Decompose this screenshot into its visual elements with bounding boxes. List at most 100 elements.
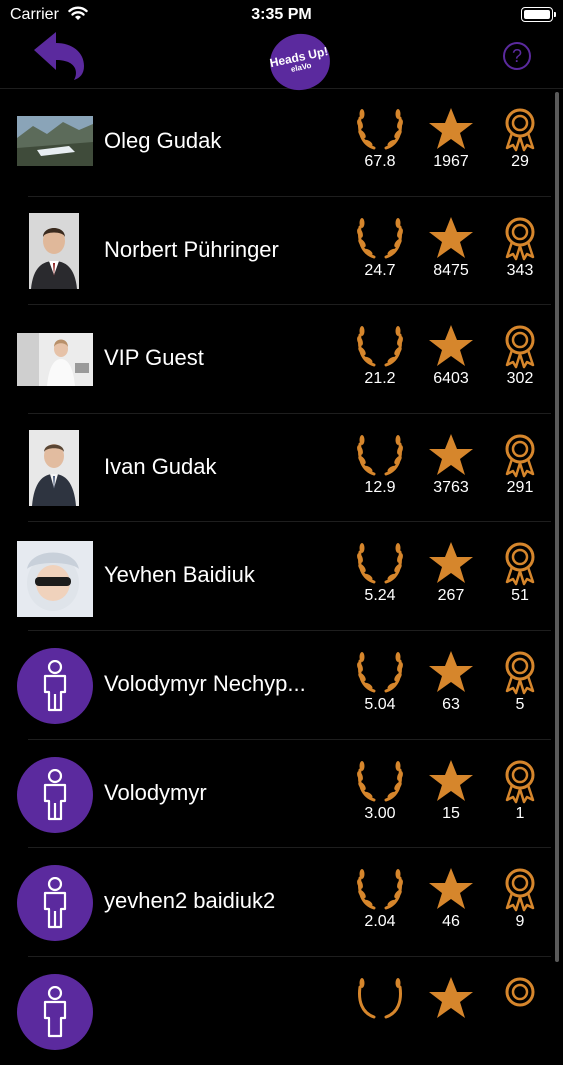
- laurel-wreath-icon: [357, 869, 403, 910]
- stars-stat: [421, 975, 481, 1021]
- awards-stat: 343: [490, 215, 550, 280]
- player-name: Ivan Gudak: [104, 453, 217, 479]
- awards-stat: 29: [490, 106, 550, 171]
- player-row[interactable]: yevhen2 baidiuk2 2.04 46 9: [0, 848, 563, 957]
- ribbon-medal-icon: [505, 434, 535, 478]
- stars-value: 267: [437, 587, 465, 605]
- stars-value: 63: [442, 695, 460, 713]
- person-icon: [43, 985, 67, 1037]
- player-name: yevhen2 baidiuk2: [104, 888, 276, 914]
- rating-value: 12.9: [364, 478, 396, 496]
- rating-stat: 12.9: [350, 432, 410, 497]
- awards-value: 291: [506, 478, 534, 496]
- rating-value: 2.04: [364, 913, 396, 931]
- player-avatar: [17, 756, 93, 833]
- rating-value: 21.2: [364, 370, 396, 388]
- stars-value: 1967: [433, 153, 469, 170]
- laurel-wreath-icon: [357, 109, 403, 150]
- ribbon-medal-icon: [505, 108, 535, 152]
- laurel-wreath-icon: [358, 977, 402, 1019]
- awards-stat: 9: [490, 866, 550, 931]
- player-name: Volodymyr: [104, 779, 207, 805]
- scrollbar[interactable]: [555, 92, 559, 962]
- laurel-wreath-icon: [357, 543, 403, 584]
- player-name: VIP Guest: [104, 345, 204, 371]
- star-icon: [429, 433, 473, 475]
- stars-value: 15: [442, 804, 460, 822]
- awards-stat: 291: [490, 432, 550, 497]
- ribbon-medal-icon: [505, 217, 535, 260]
- star-icon: [429, 216, 473, 258]
- rating-stat: 24.7: [350, 215, 410, 280]
- rating-value: 67.8: [364, 153, 396, 170]
- rating-stat: 3.00: [350, 758, 410, 823]
- help-icon: ?: [511, 46, 522, 66]
- awards-stat: 1: [490, 758, 550, 823]
- laurel-wreath-icon: [357, 760, 403, 802]
- player-list[interactable]: Oleg Gudak 67.8 1967 29 Norbert Pühringe…: [0, 88, 563, 1065]
- back-arrow-icon[interactable]: [32, 30, 88, 82]
- player-avatar: [17, 333, 93, 387]
- player-avatar: [17, 865, 93, 942]
- stars-stat: 6403: [421, 323, 481, 388]
- stars-stat: 63: [421, 649, 481, 714]
- battery-icon: [521, 7, 556, 22]
- player-row[interactable]: Yevhen Baidiuk 5.24 267 51: [0, 522, 563, 631]
- app-logo: Heads Up! elaVo: [264, 28, 336, 96]
- player-avatar: [17, 647, 93, 724]
- rating-value: 24.7: [364, 261, 396, 279]
- player-row[interactable]: Volodymyr 3.00 15 1: [0, 740, 563, 849]
- player-avatar: [29, 212, 79, 289]
- laurel-wreath-icon: [357, 651, 403, 693]
- ribbon-medal-icon: [505, 325, 535, 369]
- player-avatar: [29, 429, 79, 506]
- awards-stat: [490, 975, 550, 1021]
- star-icon: [429, 868, 473, 910]
- rating-value: 5.24: [364, 587, 396, 605]
- player-avatar: [17, 116, 93, 166]
- laurel-wreath-icon: [357, 434, 403, 476]
- rating-stat: 21.2: [350, 323, 410, 388]
- star-icon: [429, 759, 473, 801]
- stars-stat: 1967: [421, 106, 481, 171]
- stars-stat: 46: [421, 866, 481, 931]
- player-row[interactable]: [0, 957, 563, 1065]
- player-name: Volodymyr Nechyp...: [104, 670, 306, 696]
- star-icon: [429, 542, 473, 584]
- awards-value: 29: [511, 153, 529, 170]
- ribbon-medal-icon: [505, 760, 535, 803]
- clock: 3:35 PM: [251, 6, 312, 23]
- ribbon-medal-icon: [505, 868, 535, 912]
- awards-stat: 302: [490, 323, 550, 388]
- player-avatar: [17, 541, 93, 618]
- rating-stat: 5.04: [350, 649, 410, 714]
- stars-value: 8475: [433, 261, 469, 279]
- stars-stat: 15: [421, 758, 481, 823]
- status-bar: Carrier 3:35 PM: [0, 0, 563, 30]
- person-icon: [43, 877, 67, 929]
- player-avatar: [17, 973, 93, 1050]
- stars-value: 6403: [433, 370, 469, 388]
- ribbon-medal-icon: [505, 651, 535, 695]
- player-name: Oleg Gudak: [104, 128, 222, 153]
- help-button[interactable]: ?: [503, 42, 531, 70]
- ribbon-medal-icon: [505, 977, 535, 1007]
- awards-value: 302: [506, 370, 534, 388]
- player-row[interactable]: Norbert Pühringer 24.7 8475 343: [0, 197, 563, 306]
- stars-stat: 267: [421, 540, 481, 605]
- awards-value: 51: [511, 587, 529, 605]
- awards-stat: 5: [490, 649, 550, 714]
- player-row[interactable]: Ivan Gudak 12.9 3763 291: [0, 414, 563, 523]
- player-row[interactable]: Volodymyr Nechyp... 5.04 63 5: [0, 631, 563, 740]
- nav-bar: Heads Up! elaVo ?: [0, 28, 563, 96]
- stars-stat: 3763: [421, 432, 481, 497]
- player-row[interactable]: Oleg Gudak 67.8 1967 29: [0, 88, 563, 197]
- rating-value: 5.04: [364, 695, 396, 713]
- awards-stat: 51: [490, 540, 550, 605]
- laurel-wreath-icon: [357, 326, 403, 367]
- awards-value: 5: [515, 695, 525, 713]
- person-icon: [43, 768, 67, 820]
- player-row[interactable]: VIP Guest 21.2 6403 302: [0, 305, 563, 414]
- rating-stat: 5.24: [350, 540, 410, 605]
- stars-value: 3763: [433, 478, 469, 496]
